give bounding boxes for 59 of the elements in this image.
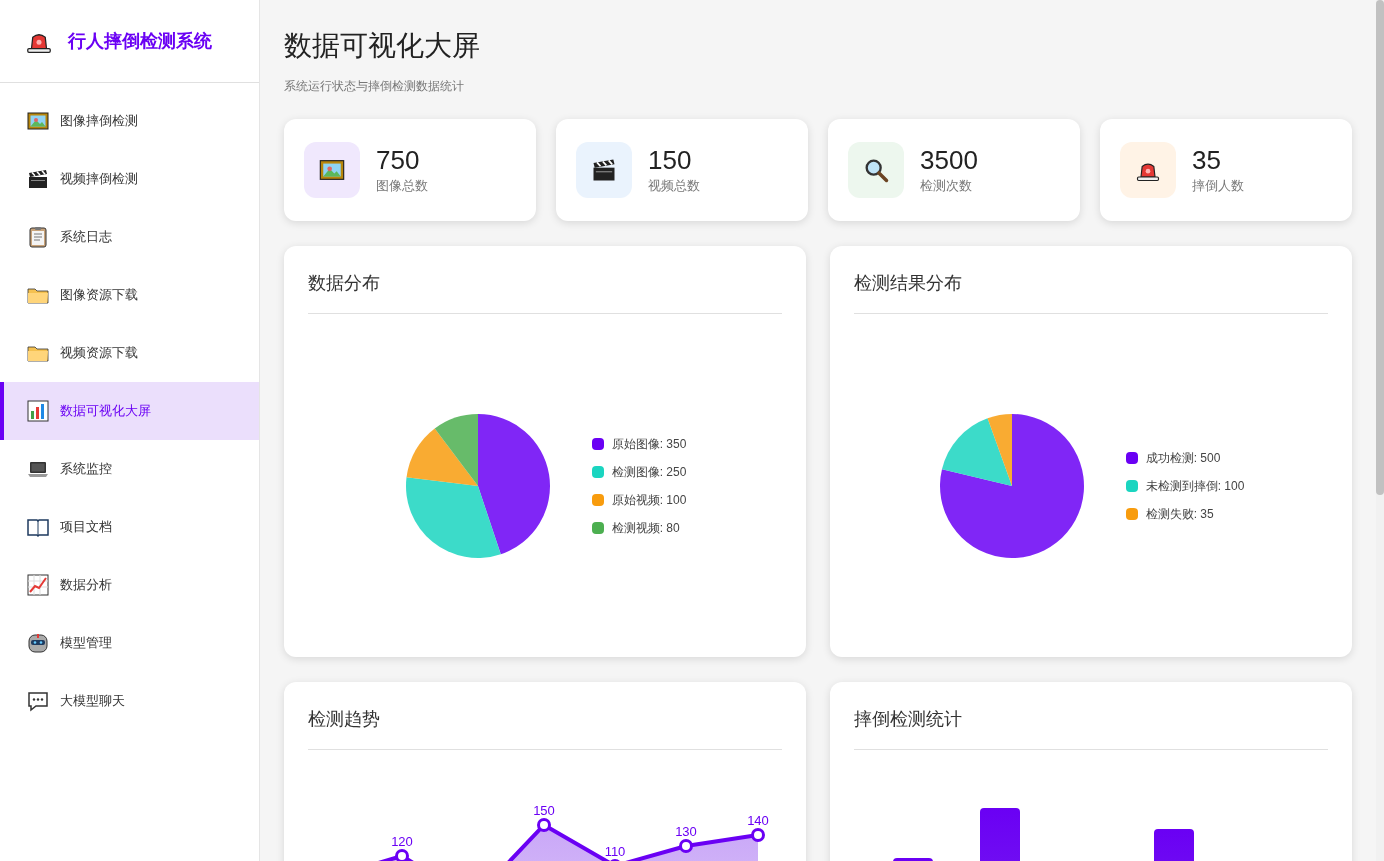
legend-swatch bbox=[1125, 452, 1138, 464]
sidebar-item[interactable]: 图像资源下载 bbox=[0, 266, 259, 324]
scrollbar[interactable] bbox=[1376, 0, 1384, 861]
legend-swatch bbox=[591, 494, 604, 506]
legend-label: 未检测到摔倒: 100 bbox=[1145, 478, 1245, 495]
legend-label: 原始视频: 100 bbox=[611, 492, 687, 509]
data-label: 130 bbox=[675, 824, 697, 839]
stat-value: 150 bbox=[648, 144, 693, 177]
line-chart-icon bbox=[26, 573, 50, 597]
chart-title: 检测结果分布 bbox=[854, 273, 962, 293]
data-point bbox=[679, 839, 693, 853]
chart-title: 数据分布 bbox=[308, 273, 380, 293]
sidebar-item[interactable]: 系统日志 bbox=[0, 208, 259, 266]
stat-value: 750 bbox=[376, 144, 421, 177]
sidebar-item[interactable]: 模型管理 bbox=[0, 614, 259, 672]
speech-bubble-icon bbox=[26, 689, 50, 713]
data-label: 140 bbox=[747, 813, 769, 828]
sidebar-item[interactable]: 数据分析 bbox=[0, 556, 259, 614]
legend-swatch bbox=[1125, 508, 1138, 520]
clapperboard-icon bbox=[26, 167, 50, 191]
chart-title: 检测趋势 bbox=[308, 709, 380, 729]
legend-label: 检测图像: 250 bbox=[611, 464, 687, 481]
sidebar-item[interactable]: 视频资源下载 bbox=[0, 324, 259, 382]
legend-label: 检测失败: 35 bbox=[1145, 506, 1214, 523]
bar-chart-icon bbox=[26, 399, 50, 423]
sidebar-item[interactable]: 大模型聊天 bbox=[0, 672, 259, 730]
bar bbox=[1154, 829, 1194, 861]
stat-label: 视频总数 bbox=[648, 177, 700, 196]
stat-value: 3500 bbox=[920, 144, 978, 177]
legend-swatch bbox=[591, 466, 604, 478]
bar bbox=[893, 858, 933, 861]
page-subtitle: 系统运行状态与摔倒检测数据统计 bbox=[284, 78, 465, 95]
picture-frame-icon bbox=[26, 109, 50, 133]
clipboard-icon bbox=[26, 225, 50, 249]
data-label: 150 bbox=[533, 803, 555, 818]
sidebar-item[interactable]: 视频摔倒检测 bbox=[0, 150, 259, 208]
stat-label: 摔倒人数 bbox=[1192, 177, 1244, 196]
stat-value: 35 bbox=[1192, 144, 1222, 177]
legend-swatch bbox=[1125, 480, 1138, 492]
sidebar-item[interactable]: 系统监控 bbox=[0, 440, 259, 498]
page-title: 数据可视化大屏 bbox=[284, 29, 481, 63]
bar bbox=[980, 808, 1020, 861]
stat-label: 图像总数 bbox=[376, 177, 428, 196]
data-label: 110 bbox=[604, 844, 626, 859]
legend-label: 成功检测: 500 bbox=[1145, 450, 1221, 467]
sidebar-item[interactable]: 数据可视化大屏 bbox=[0, 382, 259, 440]
legend-label: 原始图像: 350 bbox=[611, 436, 687, 453]
sidebar-item[interactable]: 项目文档 bbox=[0, 498, 259, 556]
legend-label: 检测视频: 80 bbox=[611, 520, 680, 537]
stat-label: 检测次数 bbox=[920, 177, 973, 196]
chart-title: 摔倒检测统计 bbox=[854, 709, 962, 729]
sidebar-item[interactable]: 图像摔倒检测 bbox=[0, 92, 259, 150]
data-point bbox=[537, 818, 551, 832]
robot-icon bbox=[26, 631, 50, 655]
data-label: 120 bbox=[391, 834, 413, 849]
data-point bbox=[751, 828, 765, 842]
legend-swatch bbox=[591, 438, 604, 450]
legend-swatch bbox=[591, 522, 604, 534]
app-title: 行人摔倒检测系统 bbox=[68, 29, 212, 53]
